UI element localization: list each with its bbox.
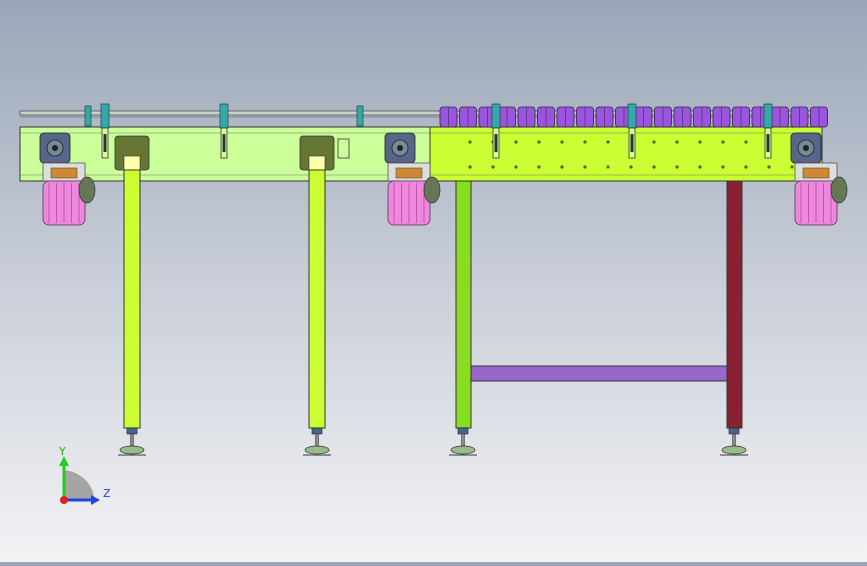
bolt-hole (560, 165, 564, 169)
bolt-hole (468, 165, 472, 169)
drive-motor (790, 132, 848, 226)
bolt-hole (606, 140, 610, 144)
leg-right-back (726, 180, 743, 429)
bolt-hole (514, 165, 518, 169)
leveling-foot (720, 427, 748, 456)
rail-bracket (219, 103, 229, 159)
bolt-hole (606, 165, 610, 169)
rail-bracket (763, 103, 773, 159)
rail-clip (84, 105, 92, 127)
bolt-hole (721, 140, 725, 144)
bolt-hole (652, 165, 656, 169)
conveyor-drawing: Y Z (19, 103, 848, 505)
leveling-foot (303, 427, 331, 456)
bolt-hole (629, 165, 633, 169)
bolt-hole (721, 165, 725, 169)
leg-crossbar (470, 365, 728, 382)
leveling-foot (118, 427, 146, 456)
axis-triad: Y Z (58, 445, 111, 505)
bolt-hole (537, 165, 541, 169)
bolt-hole (514, 140, 518, 144)
leveling-foot (449, 427, 477, 456)
leveling-feet (118, 427, 748, 456)
bolt-hole (652, 140, 656, 144)
bolt-hole (583, 140, 587, 144)
axis-y-label: Y (58, 445, 66, 458)
rail-bracket (627, 103, 637, 159)
bolt-hole (537, 140, 541, 144)
bolt-hole (583, 165, 587, 169)
bolt-hole (560, 140, 564, 144)
axis-z-label: Z (103, 487, 111, 500)
bolt-hole (491, 165, 495, 169)
bolt-hole (675, 165, 679, 169)
bolt-hole (744, 140, 748, 144)
cad-viewport[interactable]: Y Z (0, 0, 867, 562)
bolt-hole (744, 165, 748, 169)
rail-bracket (100, 103, 110, 159)
bolt-hole (767, 165, 771, 169)
rail-clip (356, 105, 364, 127)
rail-bracket (491, 103, 501, 159)
bolt-hole (698, 140, 702, 144)
leg-right-front (455, 180, 472, 429)
right-conveyor-frame (429, 126, 823, 182)
bolt-hole (790, 165, 794, 169)
bolt-hole (698, 165, 702, 169)
bolt-hole (675, 140, 679, 144)
bolt-hole (468, 140, 472, 144)
